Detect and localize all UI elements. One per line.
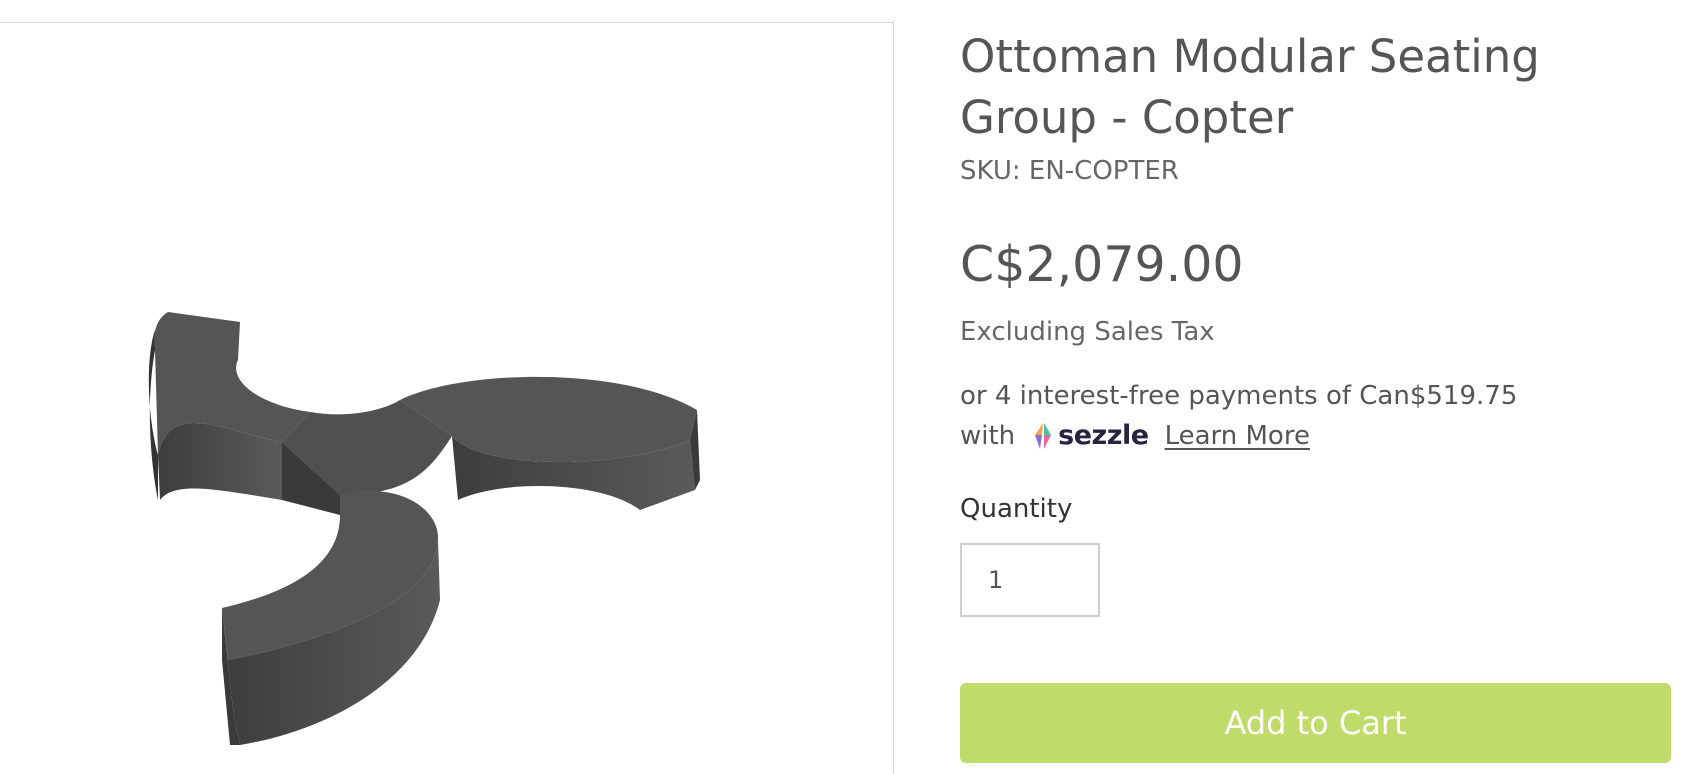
product-image[interactable] — [0, 23, 893, 774]
installment-text: or 4 interest-free payments of Can$519.7… — [960, 381, 1518, 411]
sezzle-installments: or 4 interest-free payments of Can$519.7… — [960, 376, 1680, 456]
quantity-input[interactable] — [960, 543, 1100, 617]
sezzle-logo-icon — [1035, 423, 1052, 449]
sezzle-logo[interactable]: sezzle — [1031, 416, 1149, 456]
installment-with-text: with — [960, 421, 1016, 451]
tax-note: Excluding Sales Tax — [960, 317, 1215, 347]
product-price: C$2,079.00 — [960, 236, 1244, 293]
product-title: Ottoman Modular Seating Group - Copter — [960, 30, 1540, 144]
quantity-label: Quantity — [960, 494, 1073, 524]
ottoman-arm-lower — [222, 491, 440, 745]
installment-line2: with sezzle Learn More — [960, 416, 1680, 456]
product-sku: SKU: EN-COPTER — [960, 156, 1179, 186]
learn-more-link[interactable]: Learn More — [1165, 416, 1310, 456]
add-to-cart-button[interactable]: Add to Cart — [960, 683, 1671, 763]
product-gallery — [0, 23, 894, 774]
sezzle-wordmark: sezzle — [1058, 420, 1149, 451]
